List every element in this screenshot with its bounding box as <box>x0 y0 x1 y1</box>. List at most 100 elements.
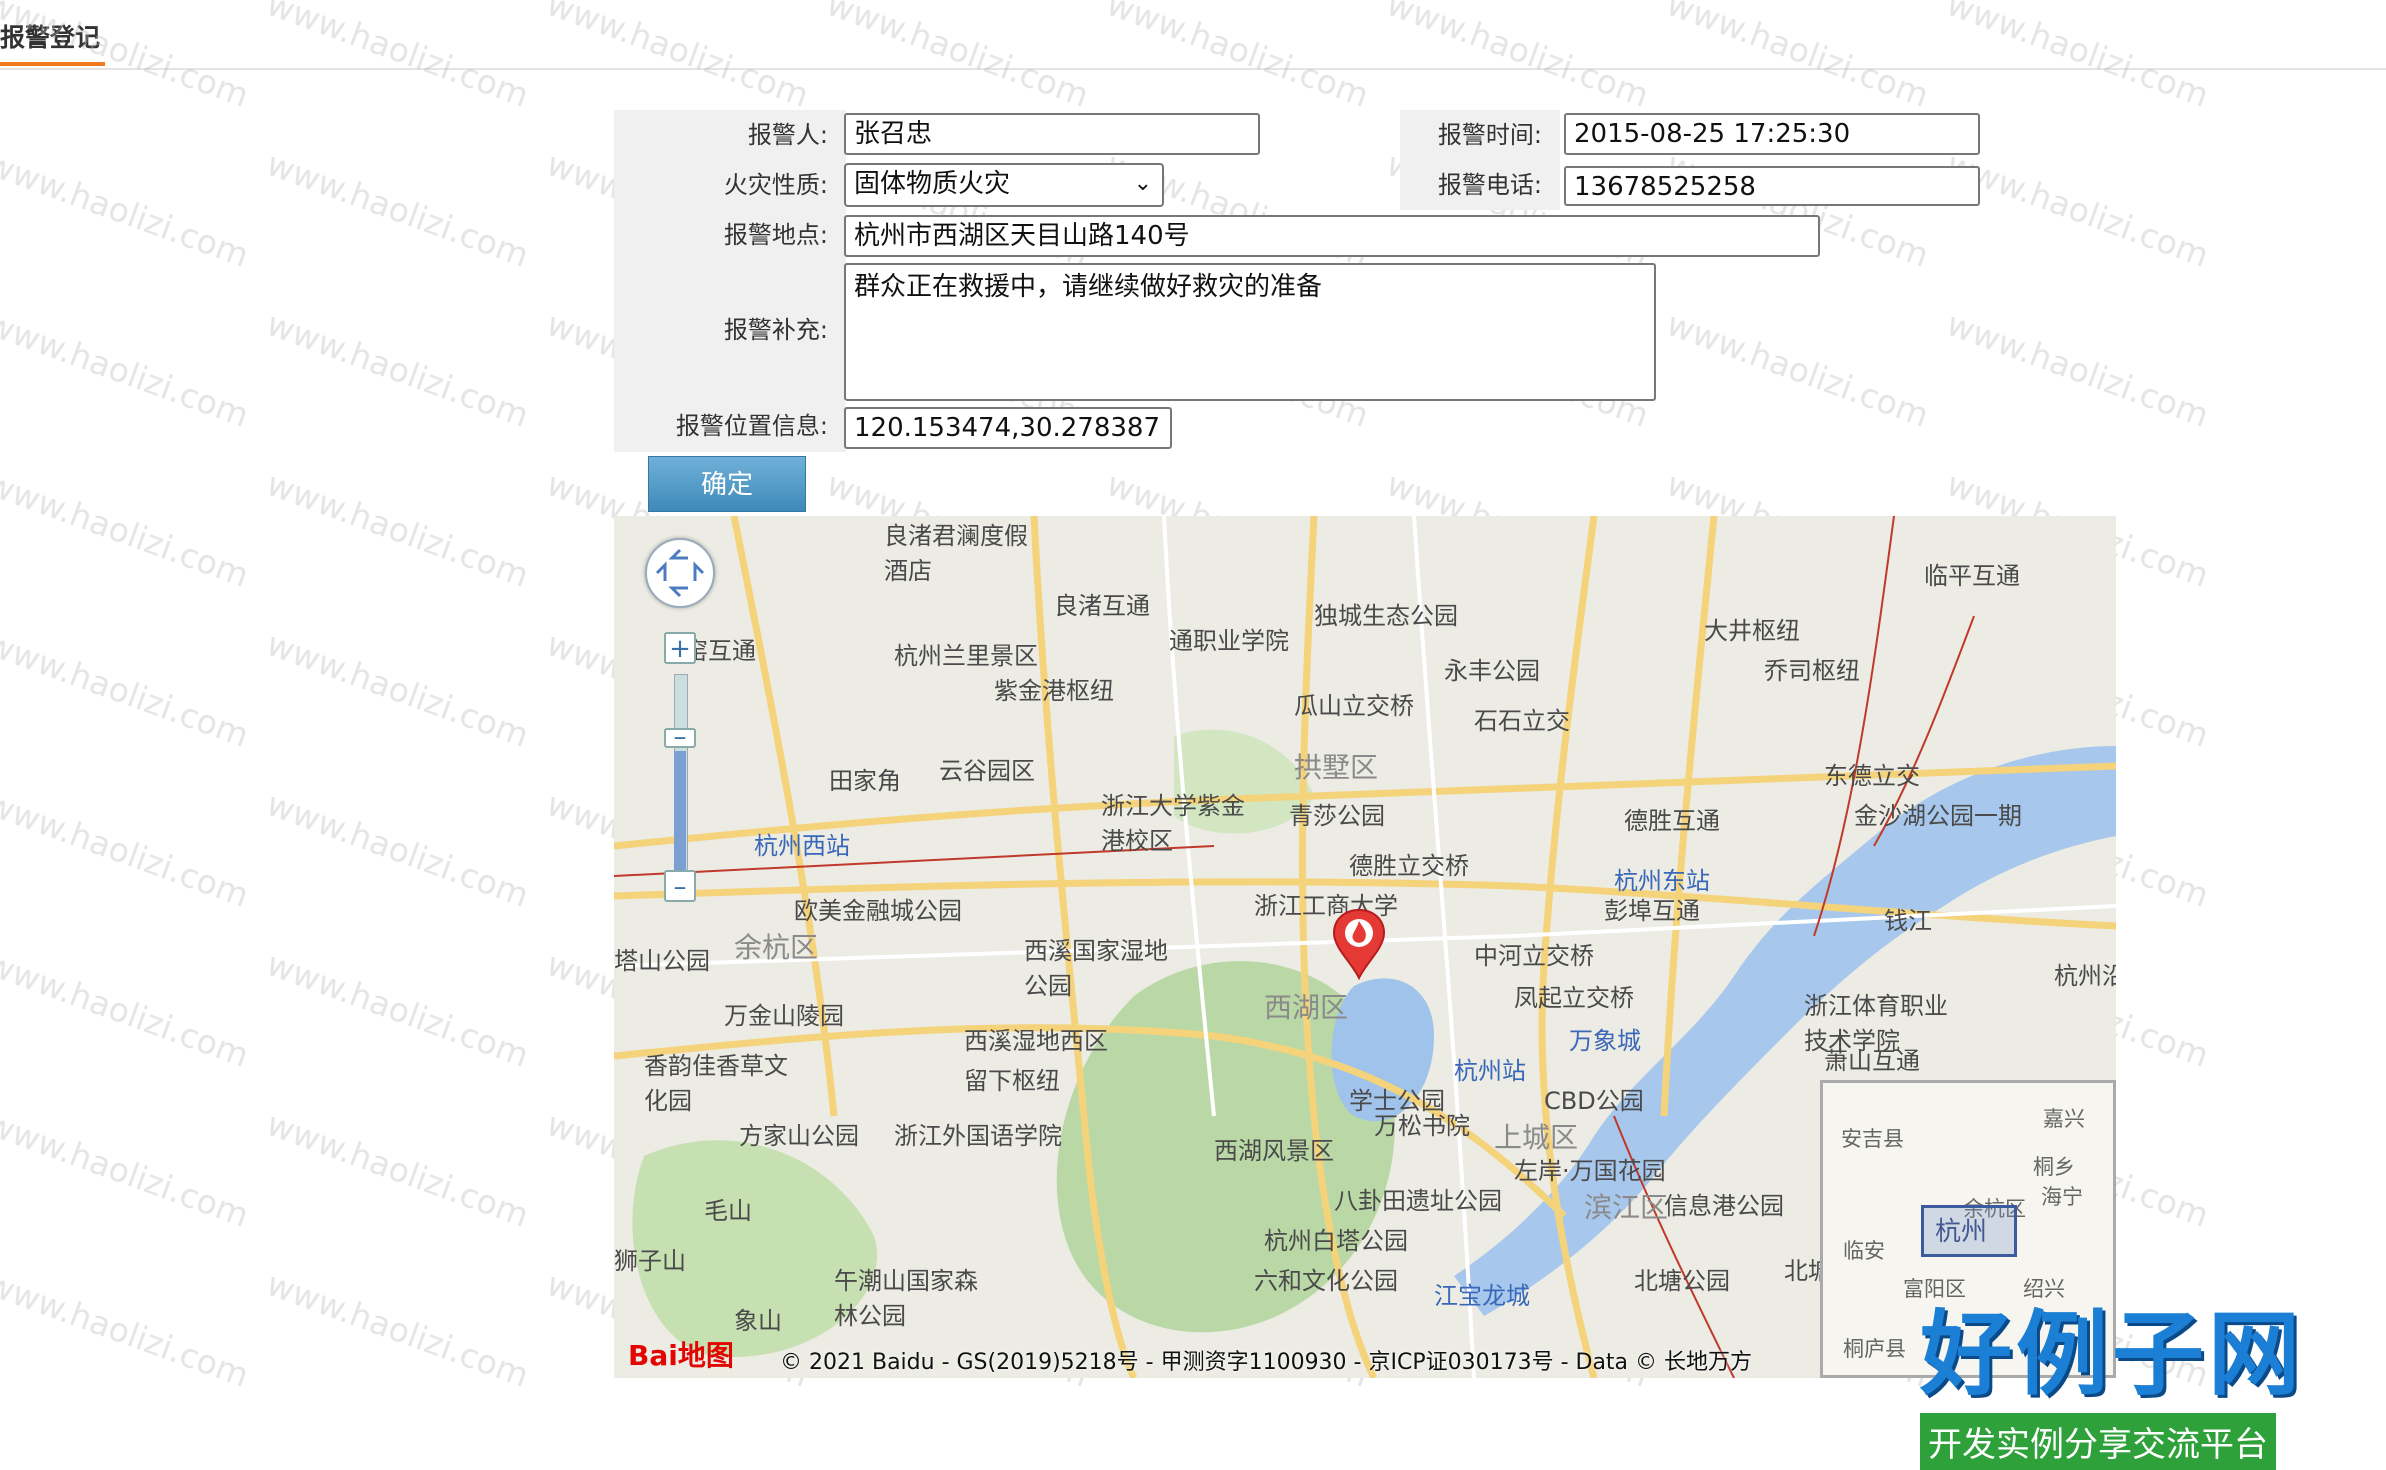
map-label: 良渚君澜度假酒店 <box>884 522 1028 585</box>
chevron-down-icon: ⌄ <box>1133 171 1152 196</box>
map-label: 大井枢纽 <box>1704 617 1800 645</box>
map-label: 拱墅区 <box>1294 751 1379 784</box>
map-label: 西溪湿地西区 <box>964 1027 1108 1055</box>
map-label: 浙江外国语学院 <box>894 1122 1062 1150</box>
map-label: 永丰公园 <box>1444 657 1540 685</box>
watermark-text: www.haolizi.com <box>0 624 254 755</box>
watermark-text: www.haolizi.com <box>0 464 254 595</box>
map-label: 钱江 <box>1884 907 1932 935</box>
map-label: 瓜山立交桥 <box>1294 692 1414 720</box>
brand-sub-text: 开发实例分享交流平台 <box>1920 1413 2276 1470</box>
time-label: 报警时间: <box>1400 110 1560 160</box>
minimap-viewport[interactable] <box>1921 1205 2017 1257</box>
zoom-slider-handle[interactable]: – <box>664 724 696 750</box>
map-copyright: © 2021 Baidu - GS(2019)5218号 - 甲测资字11009… <box>780 1350 1753 1375</box>
map-label: 石石立交 <box>1474 707 1570 735</box>
tab-title[interactable]: 报警登记 <box>0 18 100 54</box>
map-label: 万象城 <box>1569 1027 1641 1055</box>
map-label: 方家山公园 <box>739 1122 859 1150</box>
zoom-in-button[interactable]: + <box>664 632 696 664</box>
coords-input[interactable]: 120.153474,30.278387 <box>844 407 1172 449</box>
watermark-text: www.haolizi.com <box>261 304 534 435</box>
map-label: 杭州白塔公园 <box>1264 1227 1408 1255</box>
location-input[interactable]: 杭州市西湖区天目山路140号 <box>844 215 1820 257</box>
map-label: 云谷园区 <box>939 757 1035 785</box>
watermark-text: www.haolizi.com <box>261 624 534 755</box>
map-label: 狮子山 <box>614 1247 686 1275</box>
map-label: 塔山公园 <box>614 947 710 975</box>
minimap-label: 临安 <box>1843 1239 1885 1263</box>
fire-type-value: 固体物质火灾 <box>854 169 1011 199</box>
map-label: 滨江区 <box>1584 1191 1669 1224</box>
minimap-label: 安吉县 <box>1841 1127 1904 1151</box>
time-input[interactable]: 2015-08-25 17:25:30 <box>1564 113 1980 155</box>
map-label: 左岸·万国花园 <box>1514 1157 1666 1185</box>
map-label: 德胜立交桥 <box>1349 852 1469 880</box>
watermark-text: www.haolizi.com <box>0 1104 254 1235</box>
watermark-text: www.haolizi.com <box>0 144 254 275</box>
map-label: 西湖风景区 <box>1214 1137 1334 1165</box>
watermark-text: www.haolizi.com <box>261 784 534 915</box>
map-label: 杭州兰里景区 <box>894 642 1038 670</box>
brand-main-text: 好例子网 <box>1920 1301 2305 1408</box>
watermark-text: www.haolizi.com <box>261 944 534 1075</box>
minimap-label: 桐庐县 <box>1843 1337 1906 1361</box>
fire-type-label: 火灾性质: <box>614 160 846 210</box>
map-label: 乔司枢纽 <box>1764 657 1860 685</box>
map-label: 萧山互通 <box>1824 1047 1920 1075</box>
watermark-text: www.haolizi.com <box>0 944 254 1075</box>
fire-location-marker[interactable] <box>1332 908 1386 984</box>
map-label: 信息港公园 <box>1664 1192 1784 1220</box>
map-label: 上城区 <box>1494 1121 1579 1154</box>
coords-label: 报警位置信息: <box>614 400 846 452</box>
map-label: 西溪国家湿地公园 <box>1024 937 1168 1000</box>
map-label: 良渚互通 <box>1054 592 1150 620</box>
map-label: 象山 <box>734 1307 782 1335</box>
minimap-label: 嘉兴 <box>2043 1107 2085 1131</box>
tab-active-indicator <box>0 62 105 66</box>
site-brand-logo: 好例子网 开发实例分享交流平台 <box>1920 1280 2310 1470</box>
watermark-text: www.haolizi.com <box>1941 144 2214 275</box>
map-label: 香韵佳香草文化园 <box>644 1052 788 1115</box>
watermark-text: www.haolizi.com <box>261 464 534 595</box>
map-label: 万松书院 <box>1374 1112 1470 1140</box>
map-label: 江宝龙城 <box>1434 1282 1530 1310</box>
map-label: 午潮山国家森林公园 <box>834 1267 978 1330</box>
map-label: 北塘公园 <box>1634 1267 1730 1295</box>
map-label: 德胜互通 <box>1624 807 1720 835</box>
map-label: 留下枢纽 <box>964 1067 1060 1095</box>
map-label: 杭州站 <box>1454 1057 1526 1085</box>
map-label: 东德立交 <box>1824 762 1920 790</box>
notes-textarea[interactable]: 群众正在救援中，请继续做好救灾的准备 <box>844 263 1656 401</box>
location-label: 报警地点: <box>614 210 846 260</box>
watermark-text: www.haolizi.com <box>261 1264 534 1395</box>
reporter-input[interactable]: 张召忠 <box>844 113 1260 155</box>
map-label: 紫金港枢纽 <box>994 677 1114 705</box>
phone-input[interactable]: 13678525258 <box>1564 166 1980 206</box>
phone-label: 报警电话: <box>1400 160 1560 210</box>
pan-arrows-icon <box>655 548 705 598</box>
watermark-text: www.haolizi.com <box>1941 304 2214 435</box>
map-label: 万金山陵园 <box>724 1002 844 1030</box>
map-label: 六和文化公园 <box>1254 1267 1398 1295</box>
map-label: 杭州沿湿地公 <box>2054 962 2116 990</box>
map-label: CBD公园 <box>1544 1087 1644 1115</box>
watermark-text: www.haolizi.com <box>0 1264 254 1395</box>
map-label: 彭埠互通 <box>1604 897 1700 925</box>
zoom-level-fill <box>674 751 686 888</box>
map-view[interactable]: 良渚君澜度假酒店 良渚互通 窑互通 杭州兰里景区 通职业学院 独城生态公园 临平互通 大井枢纽… <box>614 516 2116 1378</box>
notes-label: 报警补充: <box>614 260 846 400</box>
map-label: 浙江大学紫金港校区 <box>1101 792 1245 855</box>
minimap-label: 桐乡 <box>2033 1155 2075 1179</box>
watermark-text: www.haolizi.com <box>261 1104 534 1235</box>
page-header: 报警登记 <box>0 0 2386 70</box>
fire-type-select[interactable]: 固体物质火灾 ⌄ <box>844 163 1164 207</box>
map-label: 青莎公园 <box>1289 802 1385 830</box>
reporter-label: 报警人: <box>614 110 846 160</box>
zoom-out-button[interactable]: – <box>664 870 696 902</box>
baidu-map-logo: Bai地图 <box>628 1339 734 1372</box>
submit-button[interactable]: 确定 <box>648 456 806 512</box>
watermark-text: www.haolizi.com <box>261 144 534 275</box>
map-label: 凤起立交桥 <box>1514 984 1634 1012</box>
map-pan-control[interactable] <box>645 538 715 608</box>
